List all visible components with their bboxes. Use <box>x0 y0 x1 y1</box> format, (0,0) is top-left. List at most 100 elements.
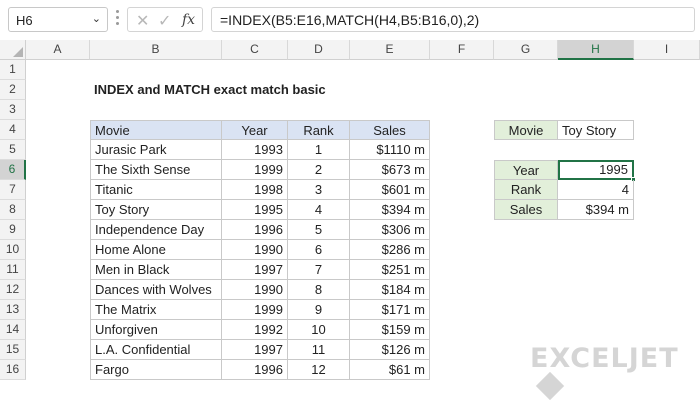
movie-cell[interactable]: Unforgiven <box>90 320 222 340</box>
sheet-title[interactable]: INDEX and MATCH exact match basic <box>90 80 390 100</box>
drag-handle-icon[interactable] <box>116 10 120 30</box>
rank-cell[interactable]: 4 <box>288 200 350 220</box>
movie-cell[interactable]: Men in Black <box>90 260 222 280</box>
year-cell[interactable]: 1997 <box>222 340 288 360</box>
lookup-rank-label[interactable]: Rank <box>494 180 558 200</box>
lookup-sales-result[interactable]: $394 m <box>558 200 634 220</box>
row-header-2[interactable]: 2 <box>0 80 26 100</box>
year-cell[interactable]: 1996 <box>222 220 288 240</box>
row-header-9[interactable]: 9 <box>0 220 26 240</box>
movie-cell[interactable]: Home Alone <box>90 240 222 260</box>
enter-icon[interactable]: ✓ <box>158 11 171 31</box>
rank-cell[interactable]: 8 <box>288 280 350 300</box>
lookup-year-label[interactable]: Year <box>494 160 558 180</box>
lookup-sales-label[interactable]: Sales <box>494 200 558 220</box>
rank-cell[interactable]: 11 <box>288 340 350 360</box>
lookup-movie-input[interactable]: Toy Story <box>558 120 634 140</box>
movie-cell[interactable]: Independence Day <box>90 220 222 240</box>
table-header-movie[interactable]: Movie <box>90 120 222 140</box>
formula-buttons: ✕ ✓ fx <box>127 7 203 32</box>
row-header-1[interactable]: 1 <box>0 60 26 80</box>
movie-cell[interactable]: Titanic <box>90 180 222 200</box>
year-cell[interactable]: 1996 <box>222 360 288 380</box>
movie-cell[interactable]: Dances with Wolves <box>90 280 222 300</box>
name-box-value: H6 <box>16 13 33 28</box>
rank-cell[interactable]: 5 <box>288 220 350 240</box>
column-header-d[interactable]: D <box>288 40 350 60</box>
sales-cell[interactable]: $286 m <box>350 240 430 260</box>
movie-cell[interactable]: L.A. Confidential <box>90 340 222 360</box>
year-cell[interactable]: 1997 <box>222 260 288 280</box>
sales-cell[interactable]: $61 m <box>350 360 430 380</box>
sales-cell[interactable]: $1110 m <box>350 140 430 160</box>
column-header-h[interactable]: H <box>558 40 634 60</box>
formula-input[interactable]: =INDEX(B5:E16,MATCH(H4,B5:B16,0),2) <box>211 7 695 32</box>
row-header-11[interactable]: 11 <box>0 260 26 280</box>
rank-cell[interactable]: 2 <box>288 160 350 180</box>
lookup-rank-result[interactable]: 4 <box>558 180 634 200</box>
sales-cell[interactable]: $394 m <box>350 200 430 220</box>
row-header-10[interactable]: 10 <box>0 240 26 260</box>
sales-cell[interactable]: $171 m <box>350 300 430 320</box>
table-header-sales[interactable]: Sales <box>350 120 430 140</box>
lookup-movie-label[interactable]: Movie <box>494 120 558 140</box>
column-header-i[interactable]: I <box>634 40 700 60</box>
sales-cell[interactable]: $251 m <box>350 260 430 280</box>
row-header-8[interactable]: 8 <box>0 200 26 220</box>
year-cell[interactable]: 1990 <box>222 280 288 300</box>
row-header-13[interactable]: 13 <box>0 300 26 320</box>
rank-cell[interactable]: 7 <box>288 260 350 280</box>
year-cell[interactable]: 1992 <box>222 320 288 340</box>
year-cell[interactable]: 1999 <box>222 160 288 180</box>
column-header-e[interactable]: E <box>350 40 430 60</box>
row-header-15[interactable]: 15 <box>0 340 26 360</box>
movie-cell[interactable]: The Matrix <box>90 300 222 320</box>
rank-cell[interactable]: 6 <box>288 240 350 260</box>
select-all-button[interactable] <box>0 40 26 60</box>
table-header-year[interactable]: Year <box>222 120 288 140</box>
exceljet-logo: EXCELJET <box>530 343 700 400</box>
rank-cell[interactable]: 12 <box>288 360 350 380</box>
row-header-3[interactable]: 3 <box>0 100 26 120</box>
row-header-7[interactable]: 7 <box>0 180 26 200</box>
logo-mark-icon <box>535 371 565 400</box>
row-header-12[interactable]: 12 <box>0 280 26 300</box>
column-header-a[interactable]: A <box>26 40 90 60</box>
row-header-6[interactable]: 6 <box>0 160 26 180</box>
year-cell[interactable]: 1999 <box>222 300 288 320</box>
column-header-c[interactable]: C <box>222 40 288 60</box>
chevron-down-icon[interactable]: ⌄ <box>92 12 101 25</box>
row-header-5[interactable]: 5 <box>0 140 26 160</box>
cancel-icon[interactable]: ✕ <box>136 11 149 31</box>
year-cell[interactable]: 1998 <box>222 180 288 200</box>
movie-cell[interactable]: The Sixth Sense <box>90 160 222 180</box>
formula-bar: H6 ⌄ ✕ ✓ fx =INDEX(B5:E16,MATCH(H4,B5:B1… <box>0 0 700 40</box>
row-header-4[interactable]: 4 <box>0 120 26 140</box>
sales-cell[interactable]: $184 m <box>350 280 430 300</box>
movie-cell[interactable]: Fargo <box>90 360 222 380</box>
movie-cell[interactable]: Jurasic Park <box>90 140 222 160</box>
column-header-f[interactable]: F <box>430 40 494 60</box>
year-cell[interactable]: 1995 <box>222 200 288 220</box>
sales-cell[interactable]: $601 m <box>350 180 430 200</box>
column-header-g[interactable]: G <box>494 40 558 60</box>
logo-text: EXCELJET <box>530 343 679 374</box>
sales-cell[interactable]: $159 m <box>350 320 430 340</box>
rank-cell[interactable]: 9 <box>288 300 350 320</box>
table-header-rank[interactable]: Rank <box>288 120 350 140</box>
lookup-year-result[interactable]: 1995 <box>558 160 634 180</box>
insert-function-icon[interactable]: fx <box>182 12 195 28</box>
sales-cell[interactable]: $306 m <box>350 220 430 240</box>
column-header-b[interactable]: B <box>90 40 222 60</box>
sales-cell[interactable]: $126 m <box>350 340 430 360</box>
year-cell[interactable]: 1993 <box>222 140 288 160</box>
movie-cell[interactable]: Toy Story <box>90 200 222 220</box>
name-box[interactable]: H6 ⌄ <box>8 7 108 32</box>
year-cell[interactable]: 1990 <box>222 240 288 260</box>
rank-cell[interactable]: 3 <box>288 180 350 200</box>
sales-cell[interactable]: $673 m <box>350 160 430 180</box>
rank-cell[interactable]: 1 <box>288 140 350 160</box>
row-header-16[interactable]: 16 <box>0 360 26 380</box>
row-header-14[interactable]: 14 <box>0 320 26 340</box>
rank-cell[interactable]: 10 <box>288 320 350 340</box>
